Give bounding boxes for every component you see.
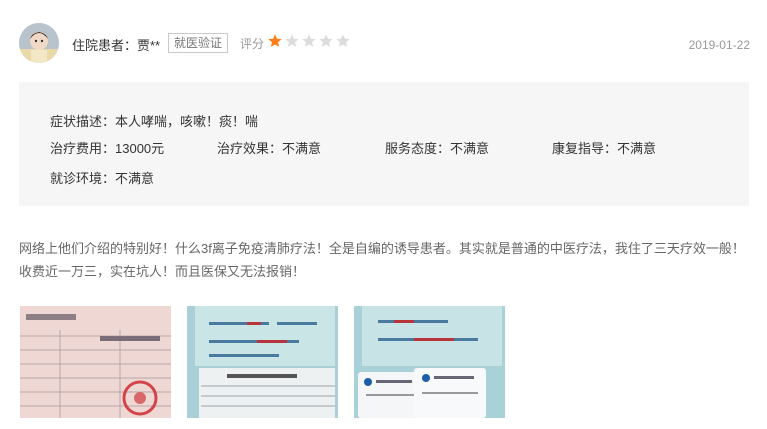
star-rating [267, 33, 351, 49]
review-photo-2[interactable] [187, 306, 338, 418]
bank-card-photo-icon [354, 306, 505, 418]
rating-label: 评分 [240, 37, 265, 51]
review-photo-1[interactable] [20, 306, 171, 418]
avatar[interactable] [19, 23, 59, 63]
user-name: 住院患者：贾** [72, 38, 161, 53]
review-text: 网络上他们介绍的特别好！什么3f离子免疫清肺疗法！全是自编的诱导患者。其实就是普… [19, 241, 745, 279]
treatment-cost: 治疗费用：13000元 [50, 141, 165, 156]
review-details-panel: 症状描述：本人哮喘，咳嗽！痰！喘 治疗费用：13000元 治疗效果：不满意 服务… [19, 82, 749, 206]
star-empty-icon [302, 34, 316, 47]
review-date: 2019-01-22 [688, 38, 750, 52]
star-filled-icon [268, 34, 282, 47]
treatment-effect: 治疗效果：不满意 [217, 141, 322, 156]
receipt-photo-icon [20, 306, 171, 418]
star-empty-icon [285, 34, 299, 47]
avatar-photo-icon [19, 23, 59, 63]
rehab-guidance: 康复指导：不满意 [552, 141, 657, 156]
service-attitude: 服务态度：不满意 [385, 141, 490, 156]
medical-record-photo-icon [187, 306, 338, 418]
star-empty-icon [336, 34, 350, 47]
visit-environment: 就诊环境：不满意 [50, 171, 155, 186]
symptoms-text: 症状描述：本人哮喘，咳嗽！痰！喘 [50, 114, 259, 129]
review-photo-3[interactable] [354, 306, 505, 418]
verified-badge: 就医验证 [168, 33, 229, 53]
star-empty-icon [319, 34, 333, 47]
